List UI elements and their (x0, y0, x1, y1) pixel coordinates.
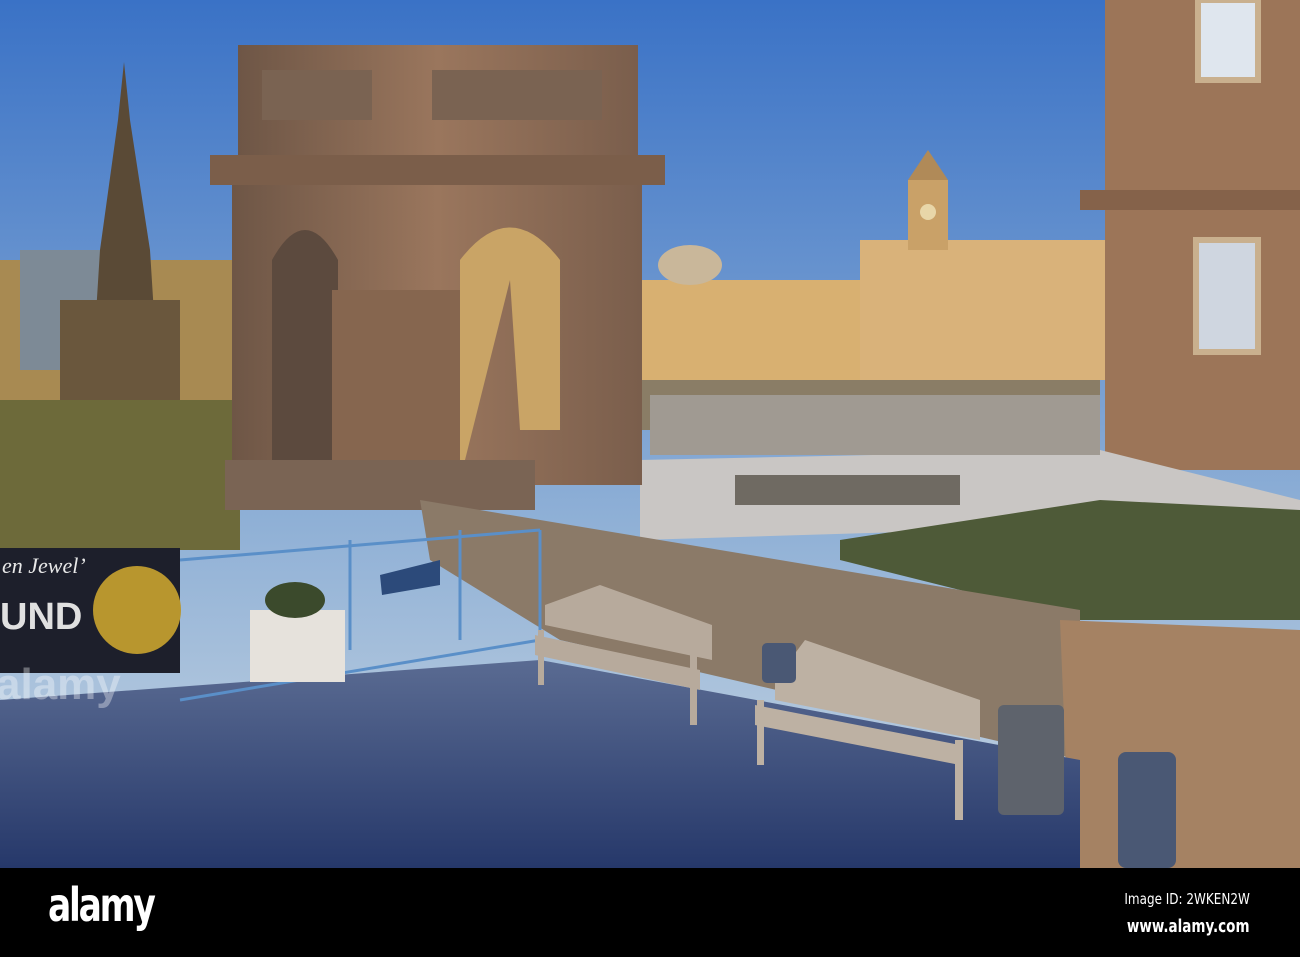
balustrade-back (650, 395, 1100, 455)
gold-coin (93, 566, 181, 654)
site-url: www.alamy.com (1127, 916, 1250, 937)
banner-text-line2: UND (0, 596, 83, 638)
alamy-logo: alamy (48, 878, 156, 932)
stone-pillar (1060, 620, 1300, 868)
window-lower (1193, 237, 1261, 355)
princes-street-buildings (640, 280, 870, 380)
litter-bin (998, 705, 1064, 815)
balmoral-hotel (860, 240, 1110, 380)
banner-text-line1: en Jewel’ (2, 553, 86, 578)
stone-bench (735, 475, 960, 505)
bollard-light-2 (762, 643, 796, 683)
stone-arch (210, 45, 665, 510)
st-james-quarter-ribbon (658, 245, 722, 285)
footer-bar: alamy Image ID: 2WKEN2W www.alamy.com (0, 868, 1300, 957)
gardens (0, 400, 240, 550)
photo-page: en Jewel’ UND alamy alamy Image ID: 2WKE… (0, 0, 1300, 957)
bollard-light (1118, 752, 1176, 868)
image-id: Image ID: 2WKEN2W (1124, 890, 1250, 908)
planter (250, 610, 345, 682)
watermark: alamy (0, 660, 121, 709)
edinburgh-terrace-photo (0, 0, 1300, 868)
window-upper (1195, 0, 1261, 83)
